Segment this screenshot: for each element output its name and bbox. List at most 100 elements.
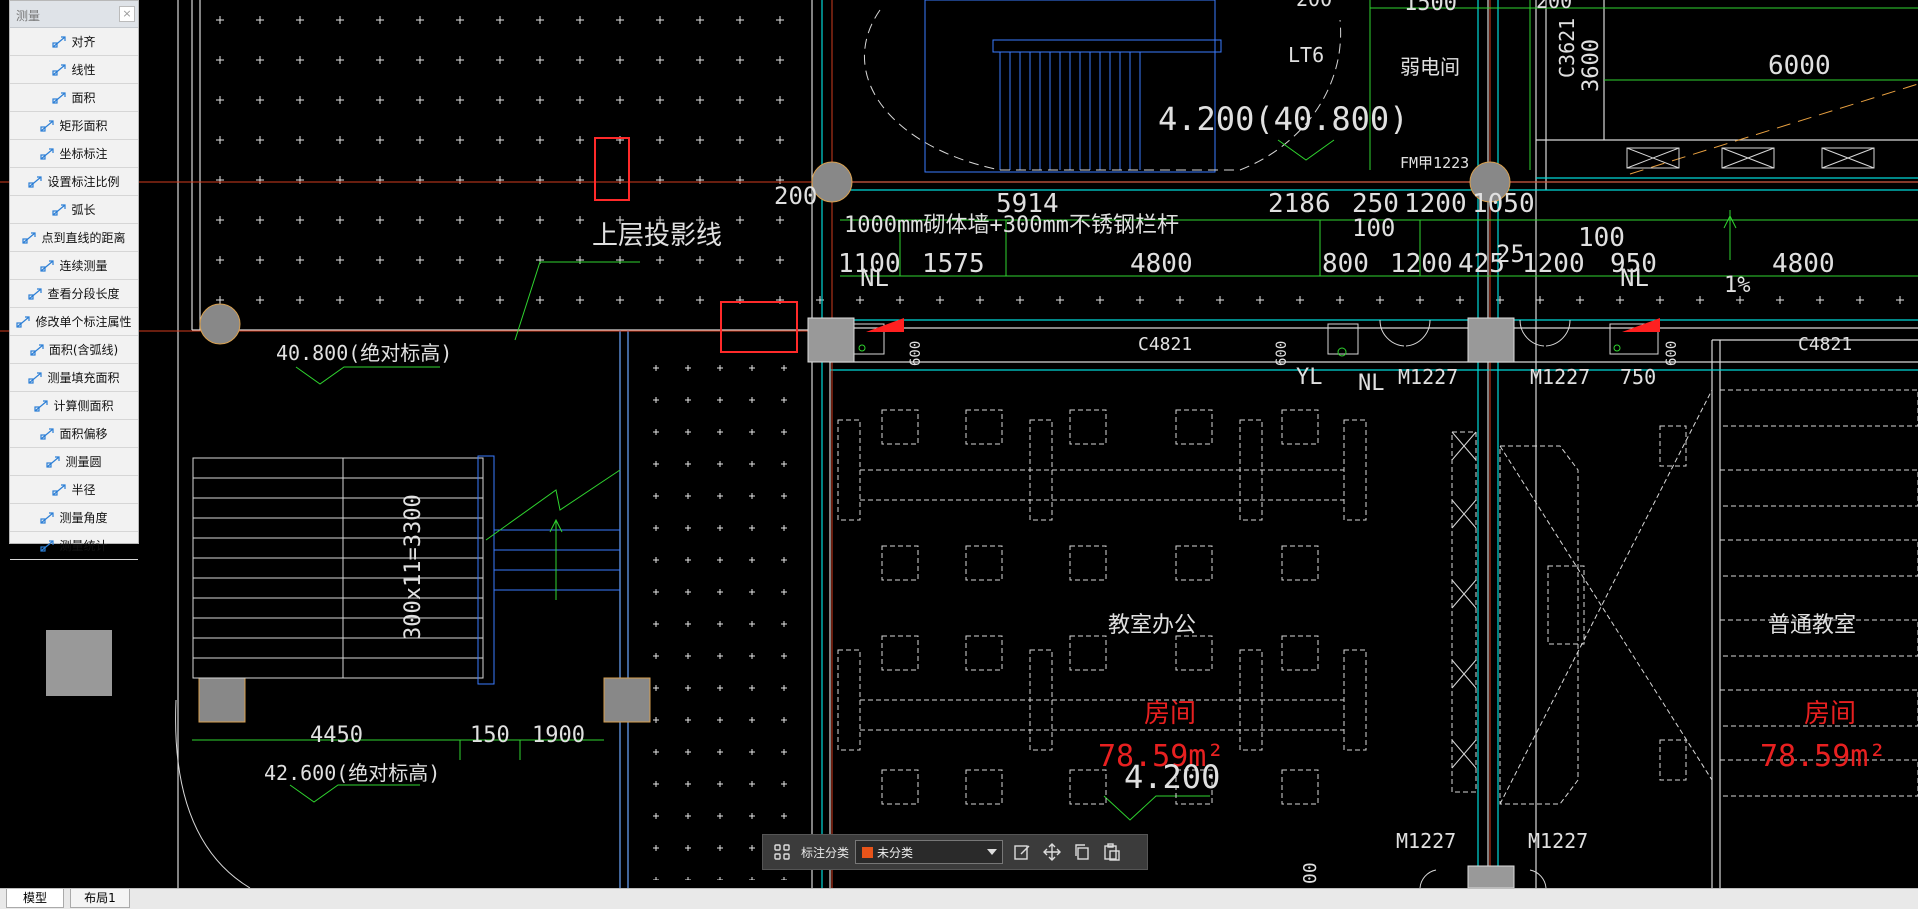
category-value: 未分类	[877, 845, 914, 860]
measure-tool-item[interactable]: 点到直线的距离	[10, 224, 138, 252]
label-slope: 1%	[1724, 273, 1751, 298]
room1-truss	[1451, 431, 1477, 769]
move-icon[interactable]	[1041, 841, 1063, 863]
scale-icon	[28, 175, 43, 188]
dim-4800-left: 4800	[1130, 249, 1193, 279]
measure-tool-item[interactable]: 面积偏移	[10, 420, 138, 448]
measure-tool-item[interactable]: 修改单个标注属性	[10, 308, 138, 336]
measure-tool-item[interactable]: 面积(含弧线)	[10, 336, 138, 364]
measure-tool-item[interactable]: 矩形面积	[10, 112, 138, 140]
linear-measure-icon	[52, 63, 67, 76]
area-icon	[52, 91, 67, 104]
measure-tool-item[interactable]: 设置标注比例	[10, 168, 138, 196]
copy-icon[interactable]	[1071, 841, 1093, 863]
tab-model[interactable]: 模型	[6, 889, 64, 908]
measure-tool-item[interactable]: 测量统计	[10, 532, 138, 560]
measure-tool-item[interactable]: 测量填充面积	[10, 364, 138, 392]
radius-icon	[52, 483, 67, 496]
label-c4821-left: C4821	[1138, 334, 1192, 355]
dim-1500: 1500	[1404, 0, 1457, 16]
label-weak-room: 弱电间	[1400, 55, 1460, 79]
dim-100-a: 100	[1352, 214, 1395, 242]
measure-tool-item[interactable]: 坐标标注	[10, 140, 138, 168]
dim-1200-top: 1200	[1404, 189, 1467, 219]
label-c3621: C3621	[1555, 18, 1579, 78]
dim-200-top: 200	[1296, 0, 1332, 11]
dim-600-c: 600	[1664, 341, 1680, 366]
left-curved-wall	[175, 699, 251, 888]
room1-name: 教室办公	[1108, 613, 1196, 638]
statistics-icon	[40, 539, 55, 552]
dim-4450: 4450	[310, 723, 363, 748]
measure-tool-item[interactable]: 线性	[10, 56, 138, 84]
label-nl-1: NL	[860, 264, 889, 292]
measure-tool-label: 连续测量	[59, 259, 108, 273]
dim-750: 750	[1620, 365, 1656, 389]
left-stair	[192, 457, 484, 679]
label-nl-3: NL	[1620, 264, 1649, 292]
dim-150: 150	[470, 723, 510, 748]
measure-tool-item[interactable]: 对齐	[10, 28, 138, 56]
label-nl-2: NL	[1358, 371, 1385, 396]
measure-tool-label: 坐标标注	[59, 147, 108, 161]
measure-tool-label: 面积	[71, 91, 96, 105]
measure-tool-label: 测量统计	[59, 539, 108, 553]
edit-icon[interactable]	[1011, 841, 1033, 863]
label-upper-projection: 上层投影线	[592, 221, 722, 251]
dim-1050: 1050	[1472, 189, 1535, 219]
label-m1227-c: M1227	[1396, 829, 1456, 853]
measure-tool-item[interactable]: 测量圆	[10, 448, 138, 476]
arc-length-icon	[52, 203, 67, 216]
measure-tool-item[interactable]: 计算侧面积	[10, 392, 138, 420]
measure-tool-label: 面积偏移	[59, 427, 108, 441]
dim-800: 800	[1322, 249, 1369, 279]
dim-200-right: 200	[1536, 0, 1572, 13]
continuous-measure-icon	[40, 259, 55, 272]
measure-tool-label: 计算侧面积	[53, 399, 114, 413]
cad-drawing-canvas[interactable]: 200 1500 200 C3621 3600 6000 LT6 弱电间 4.2…	[0, 0, 1918, 888]
side-area-icon	[34, 399, 49, 412]
measure-tool-label: 查看分段长度	[47, 287, 120, 301]
area-offset-icon	[40, 427, 55, 440]
close-icon[interactable]: ×	[119, 6, 135, 22]
tab-layout1[interactable]: 布局1	[70, 889, 130, 908]
label-elev-40800: 40.800(绝对标高)	[276, 341, 452, 365]
hatch-zone-top-left	[200, 0, 810, 330]
label-m1227-a: M1227	[1398, 365, 1458, 389]
layout-tab-bar: 模型 布局1	[0, 888, 1918, 909]
measure-tool-item[interactable]: 面积	[10, 84, 138, 112]
dim-4800-right: 4800	[1772, 249, 1835, 279]
category-select[interactable]: 未分类	[855, 840, 1004, 864]
dim-1900: 1900	[532, 723, 585, 748]
measure-panel-title: 测量	[16, 9, 41, 23]
measure-tool-item[interactable]: 测量角度	[10, 504, 138, 532]
measure-tool-label: 修改单个标注属性	[35, 315, 132, 329]
align-measure-icon	[52, 35, 67, 48]
label-m1227-d: M1227	[1528, 829, 1588, 853]
label-stair-steps: 300x11=3300	[401, 494, 426, 640]
dim-1575: 1575	[922, 249, 985, 279]
category-color-swatch	[862, 846, 874, 858]
coordinate-icon	[40, 147, 55, 160]
measure-tool-label: 设置标注比例	[47, 175, 120, 189]
room1-tag: 房间	[1144, 699, 1196, 729]
paste-icon[interactable]	[1101, 841, 1123, 863]
dim-200-col: 200	[774, 182, 817, 210]
left-stair-arrow	[485, 469, 621, 600]
dim-1200-mid: 1200	[1390, 249, 1453, 279]
dim-600-b: 600	[1274, 341, 1290, 366]
measure-tool-item[interactable]: 弧长	[10, 196, 138, 224]
measure-tool-item[interactable]: 半径	[10, 476, 138, 504]
measure-tool-item[interactable]: 连续测量	[10, 252, 138, 280]
wall-note: 1000mm砌体墙+300mm不锈钢栏杆	[844, 213, 1179, 238]
top-stair	[924, 0, 1222, 173]
category-label: 标注分类	[801, 845, 850, 860]
dim-25: 25	[1496, 240, 1525, 268]
grid-menu-icon[interactable]	[771, 841, 793, 863]
door-swings	[1379, 319, 1571, 888]
label-elev-4200-40800: 4.200(40.800)	[1158, 100, 1408, 138]
hatch-zone-mid-left	[630, 340, 810, 880]
label-m1227-b: M1227	[1530, 365, 1590, 389]
window-symbols	[1626, 147, 1875, 169]
measure-tool-item[interactable]: 查看分段长度	[10, 280, 138, 308]
